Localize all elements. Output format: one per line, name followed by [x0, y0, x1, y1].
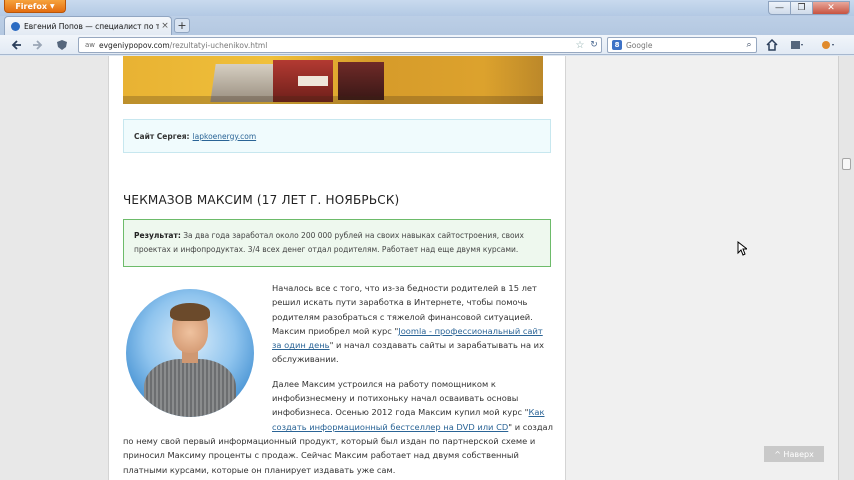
close-window-button[interactable]: ✕ — [812, 1, 850, 15]
scroll-to-top-button[interactable]: ^ Наверх — [764, 446, 824, 462]
tab-bar: Евгений Попов — специалист по техн... × … — [0, 16, 854, 35]
title-bar: Firefox ▼ — ❐ ✕ — [0, 0, 854, 16]
tab-active[interactable]: Евгений Попов — специалист по техн... × — [4, 16, 172, 35]
site-link-box: Сайт Сергея: lapkoenergy.com — [123, 119, 551, 153]
forward-arrow-icon — [33, 40, 43, 50]
video-thumbnail[interactable] — [123, 56, 543, 104]
minimize-button[interactable]: — — [768, 1, 790, 15]
tab-title: Евгений Попов — специалист по техн... — [24, 21, 159, 31]
scrollbar-thumb[interactable] — [842, 158, 851, 170]
home-button[interactable] — [764, 37, 780, 53]
addon-toolbar-icon[interactable] — [820, 37, 836, 53]
chevron-down-icon: ▼ — [50, 2, 55, 10]
home-icon — [766, 39, 778, 51]
bookmarks-menu-button[interactable] — [789, 37, 805, 53]
back-arrow-icon — [11, 40, 21, 50]
student-heading: ЧЕКМАЗОВ МАКСИМ (17 ЛЕТ Г. НОЯБРЬСК) — [123, 193, 400, 207]
vertical-scrollbar[interactable] — [838, 56, 854, 480]
site-link[interactable]: lapkoenergy.com — [193, 132, 257, 141]
search-input[interactable] — [626, 40, 742, 50]
url-path: /rezultatyi-uchenikov.html — [169, 40, 268, 50]
back-button[interactable] — [8, 37, 24, 53]
site-identity-icon[interactable]: aw — [81, 38, 99, 52]
paragraph-2: Далее Максим устроился на работу помощни… — [123, 377, 553, 477]
site-link-label: Сайт Сергея: — [134, 131, 190, 141]
search-bar[interactable]: 8 ⌕ — [607, 37, 757, 53]
article-text: Началось все с того, что из-за бедности … — [123, 281, 553, 477]
close-tab-icon[interactable]: × — [159, 21, 171, 31]
result-text: За два года заработал около 200 000 рубл… — [134, 231, 524, 254]
photo-float-spacer — [123, 377, 272, 433]
result-box: Результат: За два года заработал около 2… — [123, 219, 551, 267]
search-engine-letter: 8 — [612, 40, 622, 50]
mouse-cursor-icon — [737, 241, 747, 256]
video-frame-part — [338, 62, 384, 100]
search-engine-icon[interactable]: 8 — [608, 40, 626, 50]
paragraph-2-text: Далее Максим устроился на работу помощни… — [272, 378, 529, 418]
search-icon[interactable]: ⌕ — [742, 40, 756, 50]
video-frame-part — [123, 96, 543, 104]
right-background — [566, 56, 838, 480]
site-favicon-icon — [11, 21, 20, 31]
url-text[interactable]: evgeniypopov.com/rezultatyi-uchenikov.ht… — [99, 41, 573, 50]
bookmarks-icon — [791, 41, 803, 49]
firefox-menu-label: Firefox — [15, 1, 48, 11]
addon-shield-icon[interactable] — [54, 37, 70, 53]
url-domain: evgeniypopov.com — [99, 40, 170, 50]
navigation-bar: aw evgeniypopov.com/rezultatyi-uchenikov… — [0, 35, 854, 55]
bookmark-star-icon[interactable]: ☆ — [573, 40, 587, 51]
forward-button[interactable] — [30, 37, 46, 53]
new-tab-button[interactable]: + — [174, 18, 190, 33]
video-frame-part — [298, 76, 328, 86]
content-column: Сайт Сергея: lapkoenergy.com ЧЕКМАЗОВ МА… — [108, 56, 566, 480]
result-label: Результат: — [134, 231, 181, 240]
page-viewport: Сайт Сергея: lapkoenergy.com ЧЕКМАЗОВ МА… — [0, 56, 838, 480]
reload-icon[interactable]: ↻ — [587, 40, 601, 50]
firefox-menu-button[interactable]: Firefox ▼ — [4, 0, 66, 13]
restore-button[interactable]: ❐ — [790, 1, 812, 15]
paragraph-1: Началось все с того, что из-за бедности … — [123, 281, 553, 367]
window-controls: — ❐ ✕ — [768, 1, 850, 15]
url-bar[interactable]: aw evgeniypopov.com/rezultatyi-uchenikov… — [78, 37, 602, 53]
